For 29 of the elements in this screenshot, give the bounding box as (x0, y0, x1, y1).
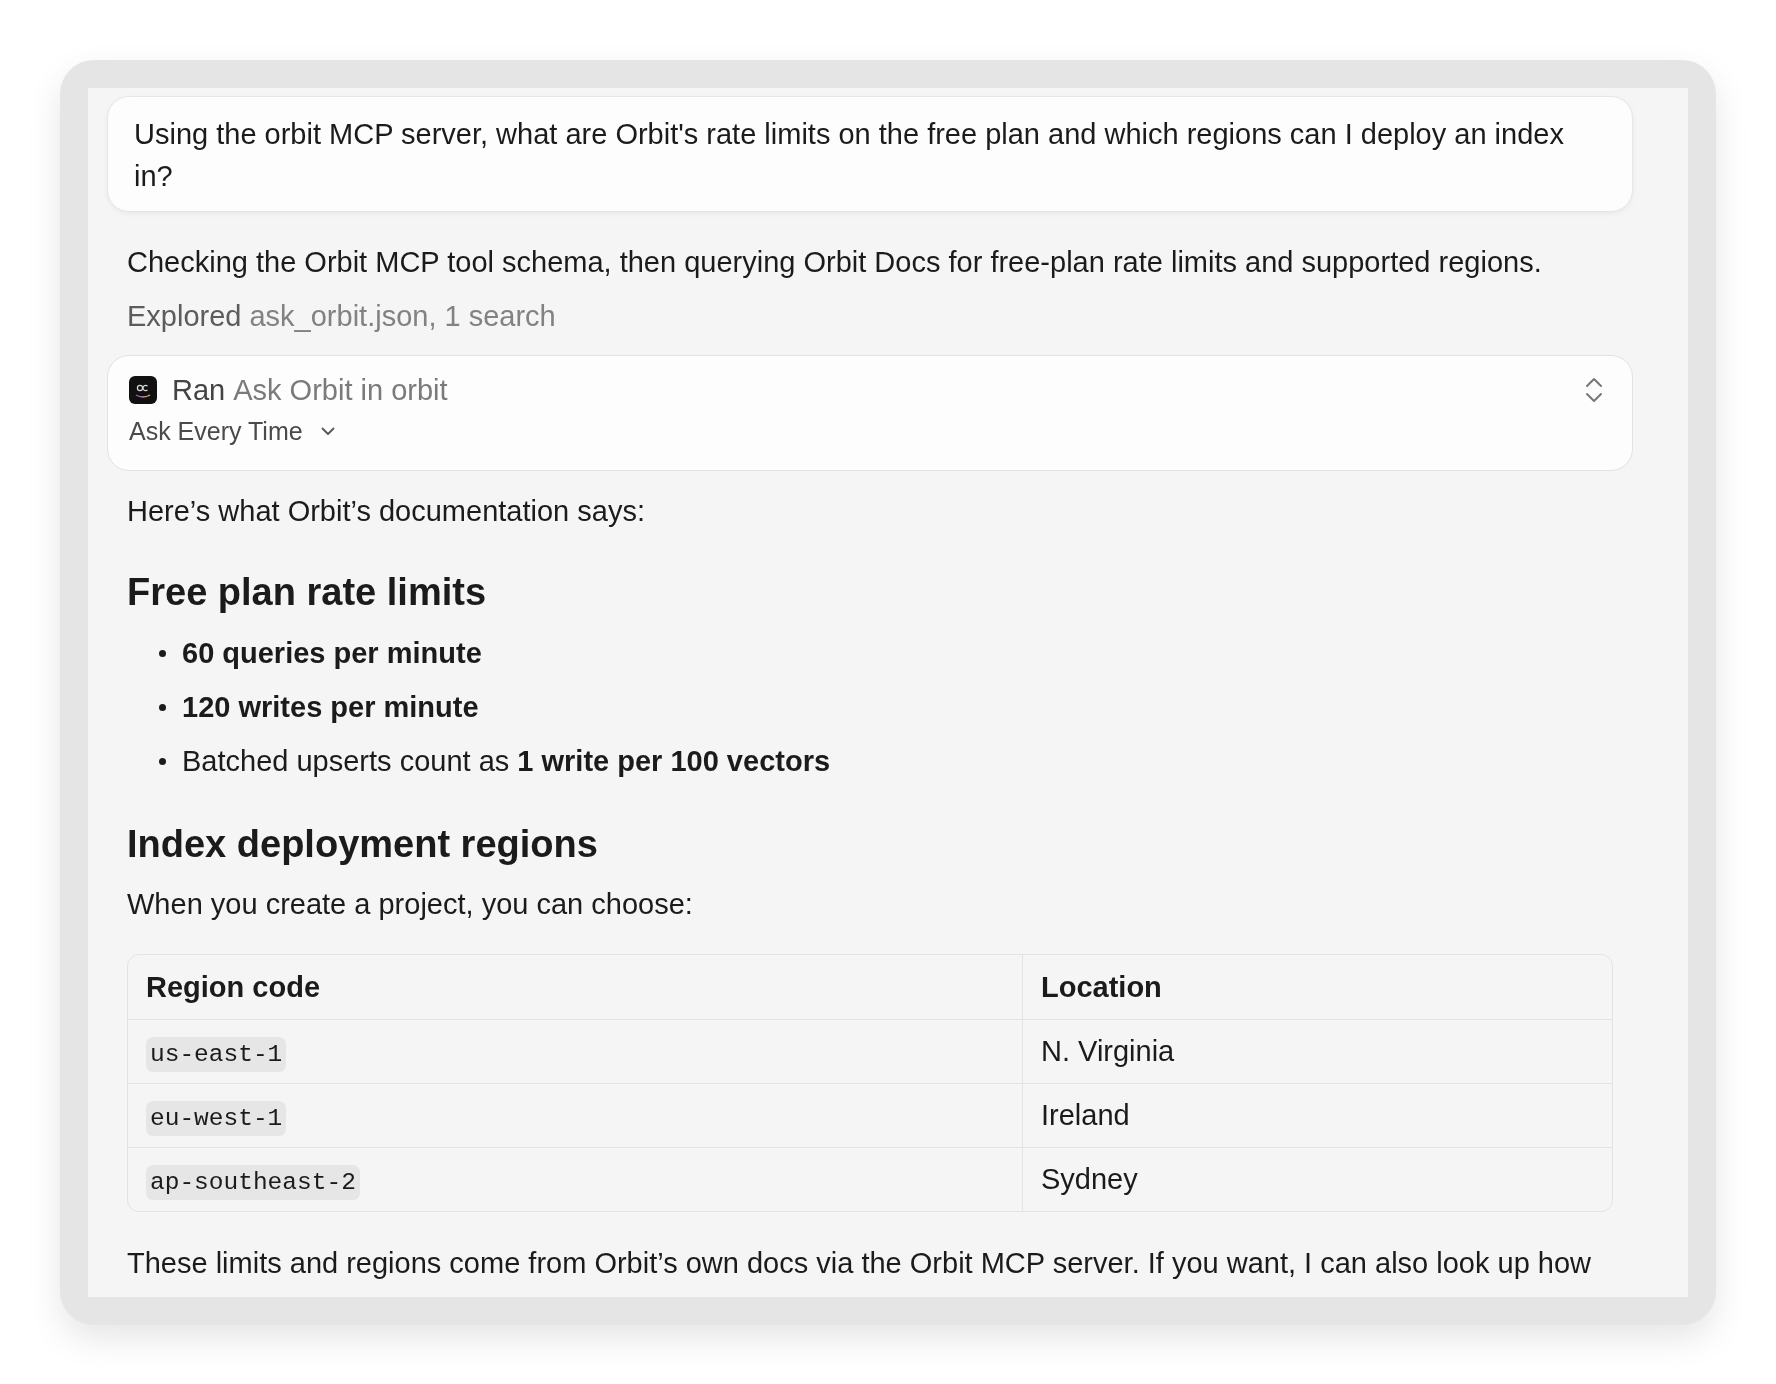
section-heading: Index deployment regions (127, 822, 598, 867)
tool-call-verb: Ran (172, 373, 226, 407)
answer-text: These limits and regions come from Orbit’s own docs via the Orbit MCP server. If you want, I can also look up how (127, 1246, 1592, 1281)
table-cell: N. Virginia (1023, 1019, 1612, 1083)
status-message: Checking the Orbit MCP tool schema, then querying Orbit Docs for free-plan rate limits and supported regions. (127, 245, 1542, 280)
explored-label: Explored (127, 299, 242, 334)
chevron-up-down-icon[interactable] (1585, 377, 1603, 403)
inline-code: eu-west-1 (146, 1101, 287, 1136)
bullet-icon (159, 703, 166, 711)
bullet-icon (159, 649, 166, 657)
column-header: Region code (128, 955, 1023, 1019)
list-item-text: Batched upserts count as 1 write per 100 vectors (182, 744, 831, 778)
bullet-icon (159, 757, 166, 765)
inline-code: ap-southeast-2 (146, 1165, 360, 1200)
list-item-text: 120 writes per minute (182, 690, 479, 724)
inline-code: us-east-1 (146, 1037, 287, 1072)
chevron-down-icon (320, 426, 335, 436)
answer-text: Here’s what Orbit’s documentation says: (127, 494, 645, 529)
table-cell: Sydney (1023, 1147, 1612, 1211)
table-cell: Ireland (1023, 1083, 1612, 1147)
permission-dropdown[interactable]: Ask Every Time (129, 416, 335, 446)
list-item-text: 60 queries per minute (182, 636, 482, 670)
section-heading: Free plan rate limits (127, 570, 486, 615)
column-header: Location (1040, 969, 1163, 1005)
user-message: Using the orbit MCP server, what are Orbit's rate limits on the free plan and which regions can I deploy an index in? (107, 96, 1633, 212)
app-logo-icon (129, 376, 157, 404)
explored-detail: ask_orbit.json, 1 search (249, 299, 556, 334)
answer-text: When you create a project, you can choose: (127, 887, 693, 922)
tool-call-name: Ask Orbit in orbit (233, 373, 448, 407)
